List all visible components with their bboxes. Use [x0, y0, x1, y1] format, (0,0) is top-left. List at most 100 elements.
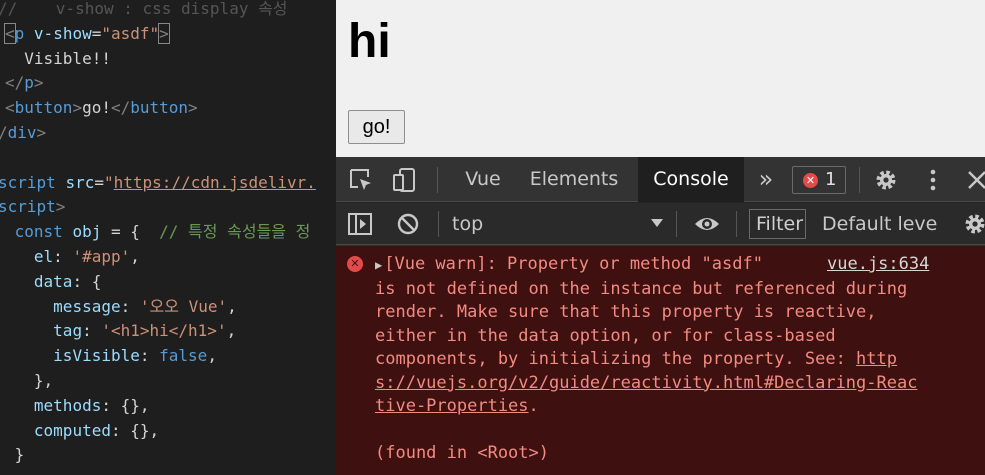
code-token: :	[139, 346, 160, 366]
expand-arrow-icon[interactable]: ▶	[375, 258, 382, 272]
code-line: <button>go!</button>	[5, 97, 198, 119]
code-token: =	[91, 23, 102, 43]
code-token: obj	[72, 222, 102, 242]
devtools-tab-bar: Vue Elements Console » ✕ 1	[336, 157, 985, 202]
code-token: >	[188, 98, 198, 118]
code-editor[interactable]: // v-show : css display 속성 <p v-show="asd…	[0, 0, 336, 475]
code-line: Visible!!	[5, 48, 111, 70]
code-token: "asdf"	[101, 23, 160, 43]
preview-heading: hi	[348, 15, 391, 68]
message-line: tive-Properties.	[375, 396, 539, 416]
code-token: button	[130, 98, 189, 118]
code-line: script src="https://cdn.jsdelivr.	[0, 172, 316, 194]
code-token: tag	[53, 321, 83, 341]
code-token: ,	[227, 296, 237, 316]
code-token: // 특정 속성들을 정	[159, 222, 311, 242]
code-token: methods	[33, 395, 102, 415]
code-line: computed: {},	[5, 420, 159, 442]
log-levels-selector[interactable]: Default levels	[822, 203, 938, 245]
code-token: go!	[82, 98, 111, 118]
code-line: el: '#app',	[5, 246, 140, 268]
sidebar-toggle-icon[interactable]	[347, 211, 373, 237]
toolbar-divider	[859, 167, 860, 193]
tab-vue[interactable]: Vue	[452, 157, 514, 202]
code-token: : {	[72, 271, 102, 291]
code-line: isVisible: false,	[5, 345, 217, 367]
code-token: '<h1>hi</h1>'	[101, 321, 227, 341]
code-token: "	[103, 172, 114, 192]
more-options-icon[interactable]	[920, 167, 946, 193]
code-line: const obj = { // 특정 속성들을 정	[5, 221, 311, 243]
code-token: ,	[207, 346, 217, 366]
more-tabs-button[interactable]: »	[753, 157, 779, 202]
code-token: </	[5, 73, 25, 93]
code-line: script>	[0, 196, 65, 218]
code-token: computed	[33, 420, 111, 440]
device-toolbar-icon[interactable]	[392, 167, 418, 193]
code-token: >	[55, 197, 66, 217]
console-error-message: ✕ ▶ [Vue warn]: Property or method "asdf"…	[336, 245, 985, 475]
message-line: s://vuejs.org/v2/guide/reactivity.html#D…	[375, 372, 918, 393]
code-token: '오오 Vue'	[139, 296, 228, 316]
code-line: methods: {},	[5, 395, 150, 417]
code-token: }	[5, 445, 25, 465]
inspect-element-icon[interactable]	[348, 167, 374, 193]
toolbar-divider	[437, 167, 438, 193]
code-line: tag: '<h1>hi</h1>',	[5, 320, 236, 342]
message-line: components, by initializing the property…	[375, 349, 897, 369]
code-token: https://cdn.jsdelivr.	[113, 172, 316, 192]
live-expression-eye-icon[interactable]	[694, 211, 720, 237]
code-line: }	[5, 444, 25, 466]
code-token: <	[5, 98, 15, 118]
toolbar-divider	[438, 211, 439, 237]
clear-console-icon[interactable]	[395, 211, 421, 237]
code-token: src	[65, 172, 95, 192]
code-token: p	[24, 73, 34, 93]
code-token: const	[14, 222, 63, 242]
code-token: p	[14, 23, 25, 43]
console-settings-gear-icon[interactable]	[962, 211, 985, 237]
code-token: script	[0, 172, 56, 192]
settings-gear-icon[interactable]	[873, 167, 899, 193]
message-line: render. Make sure that this property is …	[375, 302, 877, 322]
code-token: Visible!!	[5, 48, 111, 68]
code-token: false	[159, 346, 208, 366]
code-line: </p>	[5, 72, 44, 94]
source-link[interactable]: vue.js:634	[827, 253, 929, 277]
code-token: script	[0, 197, 56, 217]
code-token: button	[14, 98, 73, 118]
tab-console[interactable]: Console	[638, 157, 744, 202]
go-button[interactable]: go!	[348, 110, 405, 144]
code-token: =	[94, 172, 104, 192]
code-token: /	[0, 123, 8, 142]
code-token: isVisible	[53, 346, 140, 366]
code-token: : {},	[101, 395, 150, 415]
error-count-badge[interactable]: ✕ 1	[792, 166, 846, 194]
close-icon[interactable]	[964, 167, 985, 193]
code-token: // v-show : css display 속성	[0, 0, 288, 18]
filter-input[interactable]: Filter	[749, 209, 806, 239]
code-token: :	[82, 321, 102, 341]
code-token: >	[33, 73, 44, 93]
toolbar-divider	[676, 211, 677, 237]
code-token: :	[53, 247, 73, 266]
chevron-down-icon[interactable]	[650, 218, 664, 228]
code-token: ,	[130, 247, 140, 266]
tab-elements[interactable]: Elements	[526, 157, 622, 202]
message-line: (found in <Root>)	[375, 443, 549, 463]
code-token: = {	[101, 222, 160, 242]
error-message-text[interactable]: ▶ [Vue warn]: Property or method "asdf" is…	[375, 253, 945, 466]
code-line: <p v-show="asdf">	[4, 22, 170, 45]
error-count: 1	[825, 169, 837, 190]
context-selector[interactable]: top	[452, 203, 483, 245]
code-token: >	[36, 123, 47, 142]
code-token: <	[4, 22, 16, 44]
